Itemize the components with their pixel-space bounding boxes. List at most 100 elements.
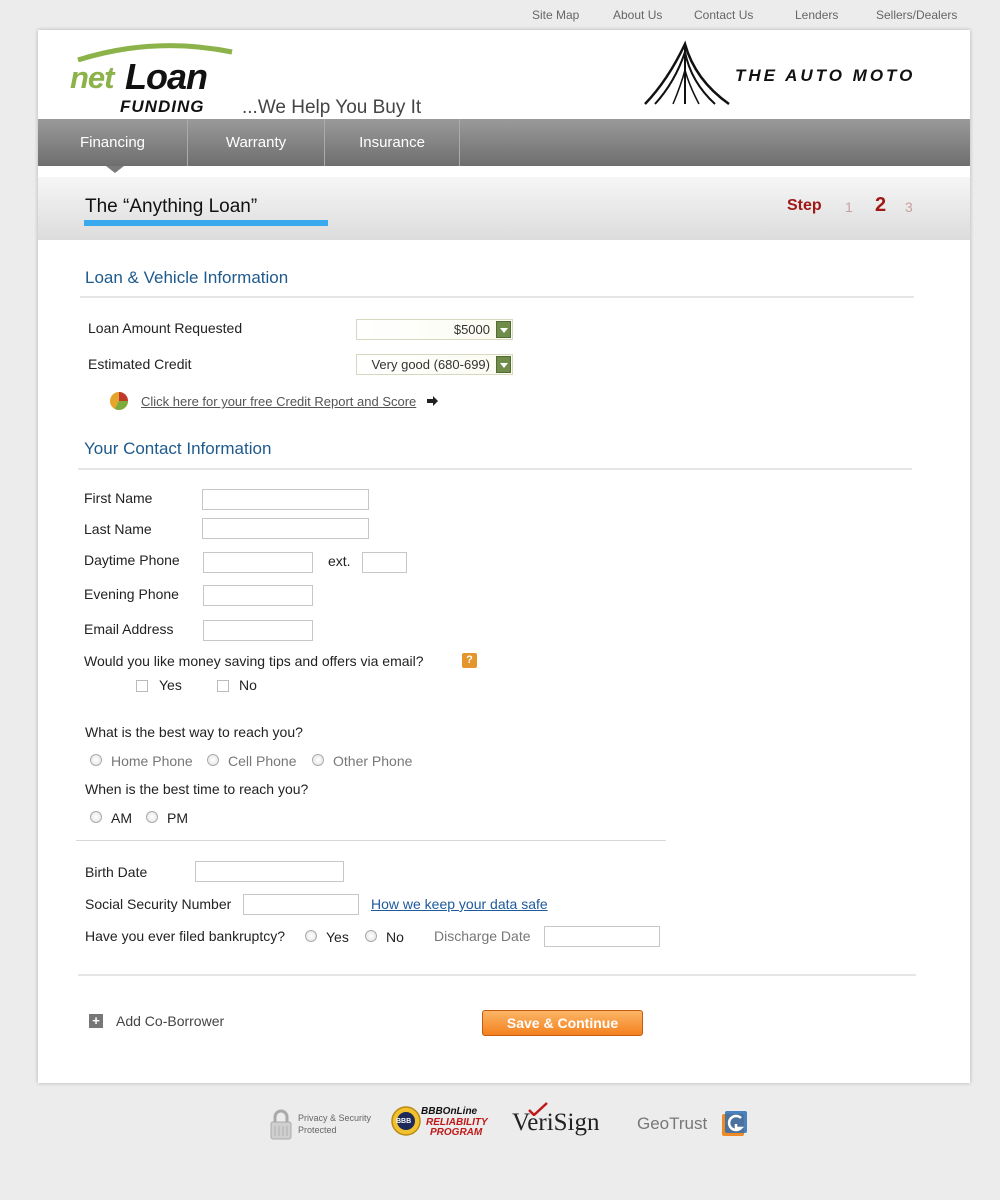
privacy-badge-line1: Privacy & Security: [298, 1113, 372, 1123]
auto-moto-text: THE AUTO MOTO: [735, 66, 916, 85]
plus-icon[interactable]: +: [89, 1014, 103, 1028]
save-continue-button[interactable]: Save & Continue: [482, 1010, 643, 1036]
pie-chart-icon: [110, 392, 128, 410]
about-us-link[interactable]: About Us: [613, 8, 662, 22]
bankruptcy-yes-label: Yes: [326, 929, 349, 945]
email-input[interactable]: [203, 620, 313, 641]
time-question: When is the best time to reach you?: [85, 781, 309, 797]
tips-yes-checkbox[interactable]: [136, 680, 148, 692]
main-nav: Financing Warranty Insurance: [38, 119, 970, 173]
netloan-logo[interactable]: net Loan FUNDING ...We Help You Buy It: [68, 42, 448, 122]
title-underline: [84, 220, 328, 226]
credit-label: Estimated Credit: [88, 356, 192, 372]
top-links: Site Map About Us Contact Us Lenders Sel…: [0, 8, 1000, 24]
data-safe-link[interactable]: How we keep your data safe: [371, 896, 548, 912]
bankruptcy-yes-radio[interactable]: [305, 930, 317, 942]
tips-yes-label: Yes: [159, 677, 182, 693]
active-tab-pointer: [106, 166, 124, 173]
contact-section-heading: Your Contact Information: [84, 439, 272, 458]
bbb-seal-text: BBB: [396, 1118, 412, 1125]
reach-home-label: Home Phone: [111, 753, 193, 769]
trust-badges: Privacy & Security Protected BBB BBBOnLi…: [0, 1100, 1000, 1150]
logo-tagline: ...We Help You Buy It: [242, 97, 422, 118]
chevron-down-icon: [496, 321, 511, 338]
ext-label: ext.: [328, 553, 351, 569]
reach-other-label: Other Phone: [333, 753, 413, 769]
verisign-logo: VeriSign: [512, 1109, 600, 1136]
discharge-date-input[interactable]: [544, 926, 660, 947]
reach-home-radio[interactable]: [90, 754, 102, 766]
email-label: Email Address: [84, 621, 174, 637]
loan-amount-select[interactable]: $5000: [356, 319, 513, 340]
logo-funding: FUNDING: [120, 97, 205, 116]
birth-date-input[interactable]: [195, 861, 344, 882]
credit-value: Very good (680-699): [371, 357, 490, 372]
tips-no-checkbox[interactable]: [217, 680, 229, 692]
last-name-input[interactable]: [202, 518, 369, 539]
bankruptcy-no-radio[interactable]: [365, 930, 377, 942]
loan-amount-label: Loan Amount Requested: [88, 320, 243, 336]
tab-warranty[interactable]: Warranty: [188, 119, 325, 166]
contact-section-divider: [78, 468, 912, 470]
contact-us-link[interactable]: Contact Us: [694, 8, 753, 22]
bbb-online-text: BBBOnLine: [421, 1106, 478, 1117]
evening-phone-label: Evening Phone: [84, 586, 179, 602]
lenders-link[interactable]: Lenders: [795, 8, 838, 22]
first-name-input[interactable]: [202, 489, 369, 510]
tab-financing[interactable]: Financing: [38, 119, 188, 166]
credit-select[interactable]: Very good (680-699): [356, 354, 513, 375]
geotrust-emblem-icon: [722, 1111, 747, 1136]
actions-divider: [78, 974, 916, 976]
time-am-radio[interactable]: [90, 811, 102, 823]
loan-section-heading: Loan & Vehicle Information: [85, 268, 289, 287]
last-name-label: Last Name: [84, 521, 152, 537]
step-2-current: 2: [875, 194, 887, 216]
step-label: Step: [787, 197, 822, 214]
reach-cell-label: Cell Phone: [228, 753, 297, 769]
time-am-label: AM: [111, 810, 132, 826]
bbb-program-text: PROGRAM: [430, 1127, 483, 1138]
step-3: 3: [905, 199, 913, 215]
birth-date-label: Birth Date: [85, 864, 148, 880]
tips-question: Would you like money saving tips and off…: [84, 653, 424, 669]
add-coborrower-button[interactable]: Add Co-Borrower: [116, 1013, 224, 1029]
bankruptcy-no-label: No: [386, 929, 404, 945]
main-panel: net Loan FUNDING ...We Help You Buy It T…: [38, 30, 970, 1083]
verisign-check-icon: [528, 1102, 548, 1116]
reach-question: What is the best way to reach you?: [85, 724, 303, 740]
tips-no-label: No: [239, 677, 257, 693]
ssn-label: Social Security Number: [85, 896, 232, 912]
personal-divider: [76, 840, 666, 841]
title-bar: The “Anything Loan” Step 1 2 3: [38, 177, 970, 240]
auto-moto-emblem-icon: [644, 40, 730, 106]
privacy-badge-line2: Protected: [298, 1125, 337, 1135]
reach-other-radio[interactable]: [312, 754, 324, 766]
discharge-date-label: Discharge Date: [434, 928, 531, 944]
first-name-label: First Name: [84, 490, 153, 506]
tab-insurance[interactable]: Insurance: [325, 119, 460, 166]
credit-report-link[interactable]: Click here for your free Credit Report a…: [141, 394, 416, 409]
bankruptcy-question: Have you ever filed bankruptcy?: [85, 928, 285, 944]
loan-amount-value: $5000: [453, 322, 490, 337]
auto-moto-logo: THE AUTO MOTO: [643, 40, 953, 110]
step-1[interactable]: 1: [845, 199, 853, 215]
daytime-phone-input[interactable]: [203, 552, 313, 573]
geotrust-logo: GeoTrust: [637, 1114, 708, 1133]
time-pm-label: PM: [167, 810, 188, 826]
site-map-link[interactable]: Site Map: [532, 8, 579, 22]
daytime-phone-label: Daytime Phone: [84, 552, 180, 568]
logo-loan: Loan: [125, 56, 208, 97]
page-title: The “Anything Loan”: [85, 196, 258, 217]
lock-icon: [270, 1109, 292, 1140]
arrow-right-icon: [427, 396, 438, 406]
logo-net: net: [70, 60, 114, 95]
reach-cell-radio[interactable]: [207, 754, 219, 766]
help-icon[interactable]: ?: [462, 653, 477, 668]
loan-section-divider: [80, 296, 914, 298]
ssn-input[interactable]: [243, 894, 359, 915]
sellers-dealers-link[interactable]: Sellers/Dealers: [876, 8, 957, 22]
chevron-down-icon: [496, 356, 511, 373]
evening-phone-input[interactable]: [203, 585, 313, 606]
time-pm-radio[interactable]: [146, 811, 158, 823]
ext-input[interactable]: [362, 552, 407, 573]
